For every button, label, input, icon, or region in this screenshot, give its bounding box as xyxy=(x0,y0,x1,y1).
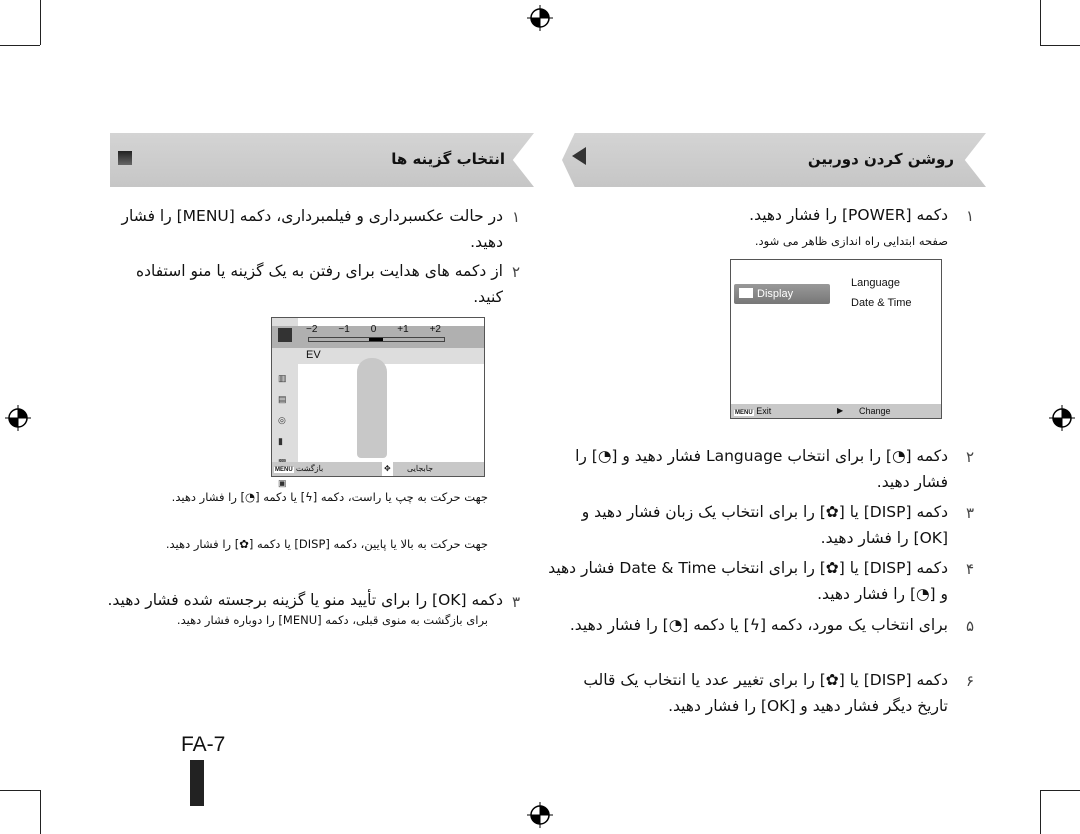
screen-footer: MENU بازگشت ✥ جابجایی xyxy=(272,462,484,476)
step-text: دکمه [DISP] یا [✿] را برای انتخاب Date &… xyxy=(548,559,948,603)
step-text: دکمه [◔] را برای انتخاب Language فشار ده… xyxy=(575,447,948,491)
back-label: بازگشت xyxy=(295,464,324,473)
display-icon xyxy=(739,288,753,298)
step-text: دکمه [DISP] یا [✿] را برای تغییر عدد یا … xyxy=(583,671,948,715)
camera-screen-menu: −2−10+1+2 EV ▥▤◎▮▩▣ MENU بازگشت ✥ جابجای… xyxy=(271,317,485,488)
square-marker-icon xyxy=(118,151,132,165)
registration-mark-icon xyxy=(527,802,553,828)
ev-tick: −2 xyxy=(306,324,318,335)
registration-mark-icon xyxy=(527,5,553,31)
crop-mark xyxy=(1040,0,1041,45)
change-label: Change xyxy=(859,406,891,416)
step-text: دکمه [DISP] یا [✿] را برای انتخاب یک زبا… xyxy=(581,503,948,547)
step-text: برای انتخاب یک مورد، دکمه [ϟ] یا دکمه [◔… xyxy=(569,616,948,634)
manual-page: روشن کردن دوربین ۱ دکمه [POWER] را فشار … xyxy=(0,0,1080,834)
page-number: FA-7 xyxy=(181,733,226,756)
page-tab-marker xyxy=(190,760,204,806)
step-number: ۵ xyxy=(966,617,975,635)
menu-display-label: Display xyxy=(757,288,794,300)
crop-mark xyxy=(1040,790,1041,834)
ev-slider-handle[interactable] xyxy=(369,338,383,341)
step-text: در حالت عکسبرداری و فیلمبرداری، دکمه [ME… xyxy=(121,207,503,251)
exit-label: Exit xyxy=(756,406,772,416)
bullet-text: برای بازگشت به منوی قبلی، دکمه [MENU] را… xyxy=(176,613,488,627)
crop-mark xyxy=(1040,45,1080,46)
step-text: از دکمه های هدایت برای رفتن به یک گزینه … xyxy=(135,262,503,306)
child-silhouette xyxy=(357,358,387,458)
ev-tick: 0 xyxy=(370,324,377,335)
menu-display-tab: Display xyxy=(734,284,830,304)
ev-tick: +2 xyxy=(429,324,441,335)
bullet-text: جهت حرکت به بالا یا پایین، دکمه [DISP] ی… xyxy=(165,537,488,551)
step-text: دکمه [POWER] را فشار دهید. xyxy=(749,206,948,224)
navigate-icon: ✥ xyxy=(382,462,393,476)
registration-mark-icon xyxy=(5,405,31,431)
menu-item-language: Language xyxy=(851,277,900,289)
play-icon: ▶ xyxy=(837,406,844,415)
section-title: انتخاب گزینه ها xyxy=(391,150,505,168)
ev-icon xyxy=(278,328,292,342)
menu-key-icon: MENU xyxy=(274,467,294,473)
step-number: ۳ xyxy=(966,504,975,522)
section-title: روشن کردن دوربین xyxy=(807,150,954,168)
crop-mark xyxy=(0,45,40,46)
crop-mark xyxy=(0,790,40,791)
bullet-text: صفحه ابتدایی راه اندازی ظاهر می شود. xyxy=(754,234,948,248)
menu-item-date-time: Date & Time xyxy=(851,297,912,309)
menu-key-icon: MENU xyxy=(734,410,754,416)
ev-scale: −2 −1 0 +1 +2 xyxy=(306,324,441,335)
ev-label: EV xyxy=(306,349,321,361)
ev-slider[interactable] xyxy=(308,337,445,342)
ev-tick: −1 xyxy=(338,324,350,335)
registration-mark-icon xyxy=(1049,405,1075,431)
ev-tick: +1 xyxy=(397,324,409,335)
step-number: ۲ xyxy=(966,448,975,466)
step-number: ۳ xyxy=(512,593,521,611)
step-number: ۱ xyxy=(512,208,521,226)
step-number: ۴ xyxy=(966,560,975,578)
crop-mark xyxy=(40,790,41,834)
step-number: ۶ xyxy=(966,672,975,690)
move-label: جابجایی xyxy=(407,464,434,473)
step-number: ۱ xyxy=(966,207,975,225)
arrow-left-icon xyxy=(572,147,586,165)
camera-screen-setup: Display Language Date & Time MENU Exit ▶… xyxy=(730,259,942,419)
crop-mark xyxy=(40,0,41,45)
screen-footer: MENU Exit ▶ Change xyxy=(731,404,941,418)
crop-mark xyxy=(1040,790,1080,791)
step-number: ۲ xyxy=(512,263,521,281)
bullet-text: جهت حرکت به چپ یا راست، دکمه [ϟ] یا دکمه… xyxy=(171,490,488,504)
